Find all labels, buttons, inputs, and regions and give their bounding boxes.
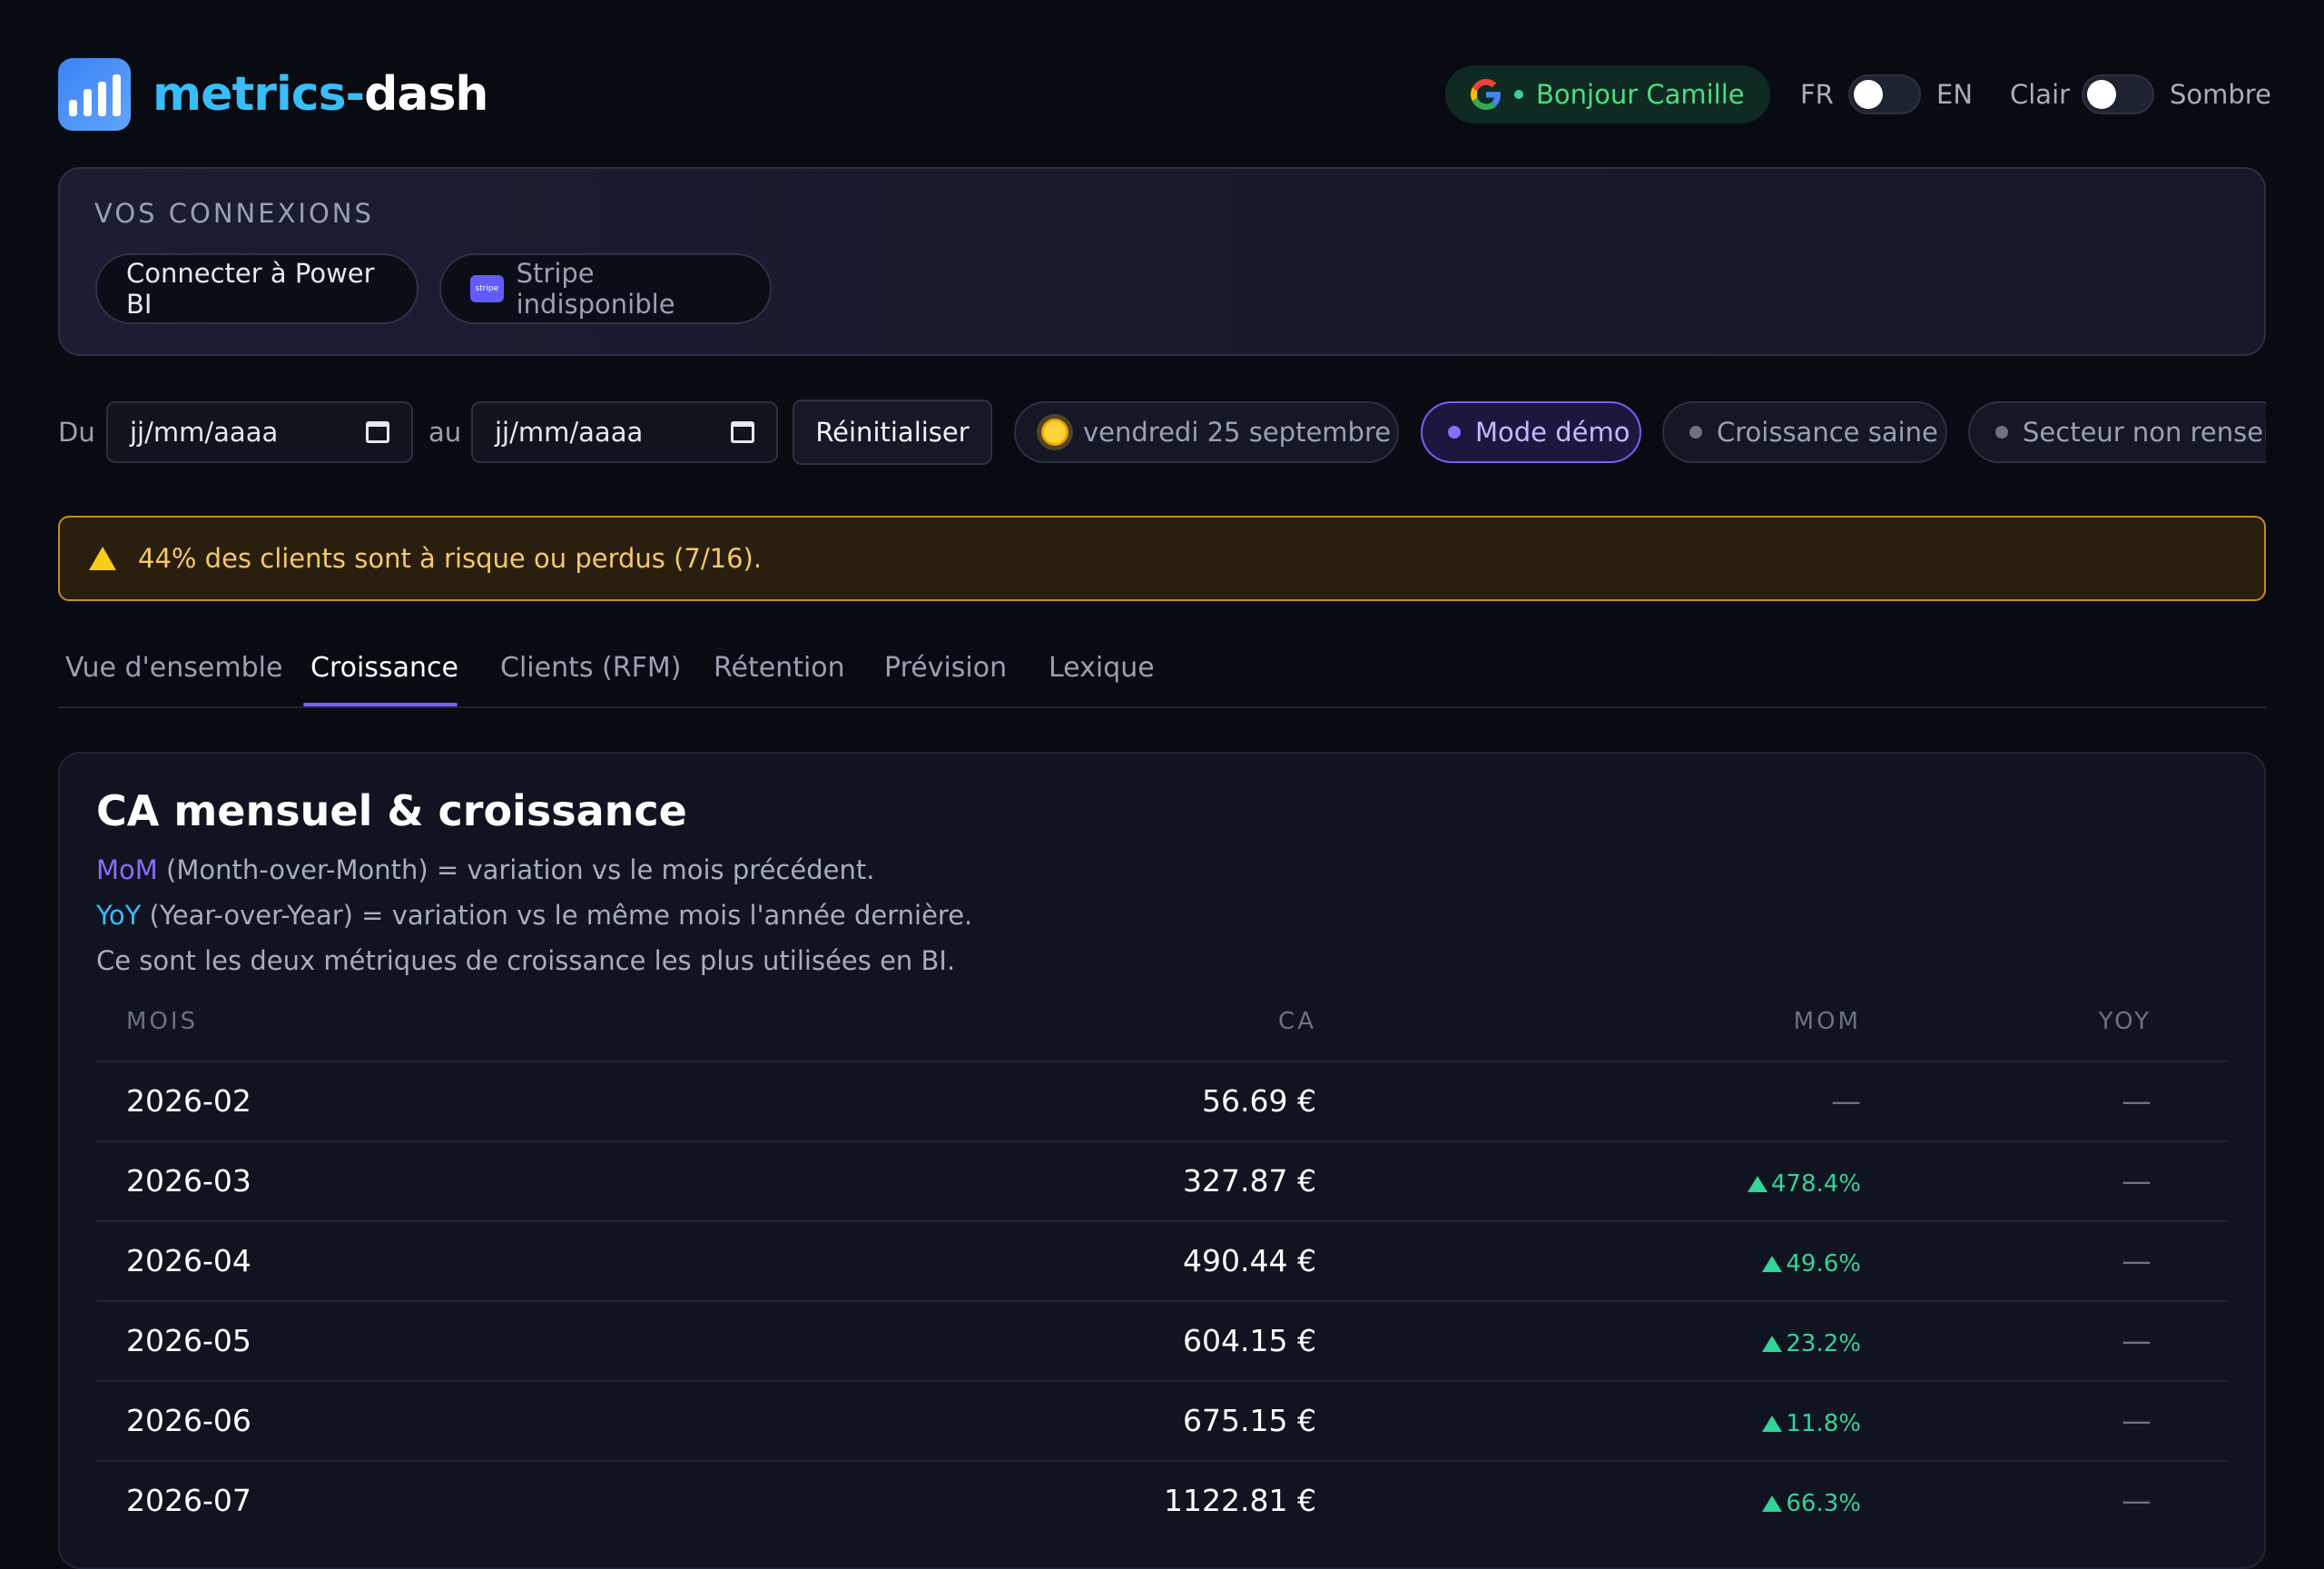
- date-chip-label: vendredi 25 septembre: [1083, 417, 1392, 448]
- card-title: CA mensuel & croissance: [96, 786, 687, 835]
- metrics-note: Ce sont les deux métriques de croissance…: [96, 945, 956, 976]
- app-logo-icon: [58, 58, 131, 131]
- cell-yoy: —: [2122, 1483, 2152, 1518]
- column-header-month: MOIS: [126, 1008, 199, 1035]
- tab-retention[interactable]: Rétention: [714, 650, 845, 686]
- lang-en-label: EN: [1936, 79, 1974, 110]
- reset-button[interactable]: Réinitialiser: [793, 400, 992, 465]
- growth-chip-label: Croissance saine: [1717, 417, 1938, 448]
- cell-revenue: 56.69 €: [1202, 1083, 1316, 1119]
- trend-up-icon: 66.3%: [1762, 1490, 1861, 1517]
- status-dot: [1689, 426, 1702, 439]
- cell-month: 2026-07: [126, 1483, 251, 1518]
- cell-mom: 66.3%: [1589, 1462, 1861, 1543]
- cell-mom: 478.4%: [1589, 1142, 1861, 1223]
- mom-description: MoM (Month-over-Month) = variation vs le…: [96, 854, 875, 885]
- date-to-input[interactable]: jj/mm/aaaa: [471, 401, 778, 463]
- calendar-icon[interactable]: [731, 421, 754, 443]
- app-brand: metrics-dash: [153, 67, 488, 122]
- yoy-term: YoY: [96, 900, 142, 931]
- tab-customers-rfm[interactable]: Clients (RFM): [500, 650, 681, 686]
- cell-yoy: —: [2122, 1083, 2152, 1119]
- cell-yoy: —: [2122, 1163, 2152, 1199]
- sun-icon: [1041, 419, 1068, 446]
- trend-up-icon: 23.2%: [1762, 1330, 1861, 1357]
- table-row: 2026-03 327.87 € 478.4% —: [96, 1140, 2228, 1220]
- table-row: 2026-02 56.69 € — —: [96, 1061, 2228, 1140]
- calendar-icon[interactable]: [366, 421, 389, 443]
- trend-up-icon: 49.6%: [1762, 1250, 1861, 1278]
- lang-fr-label: FR: [1800, 79, 1834, 110]
- theme-light-label: Clair: [2010, 79, 2071, 110]
- cell-mom: —: [1831, 1083, 1861, 1119]
- connect-powerbi-label: Connecter à Power BI: [126, 258, 375, 320]
- cell-month: 2026-05: [126, 1323, 251, 1358]
- date-from-label: Du: [58, 417, 95, 448]
- date-from-placeholder: jj/mm/aaaa: [130, 417, 279, 448]
- cell-mom: 11.8%: [1589, 1382, 1861, 1463]
- status-dot: [1448, 426, 1461, 439]
- cell-month: 2026-06: [126, 1403, 251, 1438]
- tab-bar: Vue d'ensemble Croissance Clients (RFM) …: [58, 636, 2266, 708]
- date-chip: vendredi 25 septembre: [1014, 401, 1399, 463]
- date-to-label: au: [428, 417, 462, 448]
- risk-alert: 44% des clients sont à risque ou perdus …: [58, 516, 2266, 601]
- mom-term: MoM: [96, 854, 158, 885]
- user-greeting-badge[interactable]: Bonjour Camille: [1445, 65, 1770, 123]
- cell-mom: 23.2%: [1589, 1302, 1861, 1383]
- cell-month: 2026-04: [126, 1243, 251, 1278]
- toggle-knob: [1854, 80, 1883, 109]
- theme-toggle[interactable]: [2082, 74, 2154, 114]
- connections-title: VOS CONNEXIONS: [94, 198, 374, 229]
- tab-growth[interactable]: Croissance: [310, 650, 458, 686]
- column-header-yoy: YOY: [2098, 1008, 2152, 1035]
- status-dot: [1995, 426, 2008, 439]
- demo-mode-label: Mode démo: [1475, 417, 1630, 448]
- column-header-mom: MOM: [1793, 1008, 1861, 1035]
- date-from-input[interactable]: jj/mm/aaaa: [106, 401, 413, 463]
- cell-revenue: 1122.81 €: [1164, 1483, 1316, 1518]
- online-status-dot: [1514, 90, 1523, 99]
- column-header-revenue: CA: [1278, 1008, 1316, 1035]
- stripe-label: Stripe indisponible: [516, 258, 675, 320]
- google-icon: [1471, 79, 1501, 110]
- cell-mom: 49.6%: [1589, 1222, 1861, 1303]
- tab-forecast[interactable]: Prévision: [884, 650, 1007, 686]
- cell-revenue: 490.44 €: [1183, 1243, 1316, 1278]
- table-row: 2026-04 490.44 € 49.6% —: [96, 1220, 2228, 1300]
- growth-chip: Croissance saine: [1662, 401, 1947, 463]
- cell-yoy: —: [2122, 1243, 2152, 1278]
- language-toggle[interactable]: [1848, 74, 1921, 114]
- sector-chip-label: Secteur non renseigné: [2023, 417, 2266, 448]
- yoy-description: YoY (Year-over-Year) = variation vs le m…: [96, 900, 973, 931]
- table-row: 2026-07 1122.81 € 66.3% —: [96, 1460, 2228, 1540]
- cell-month: 2026-02: [126, 1083, 251, 1119]
- toggle-knob: [2087, 80, 2116, 109]
- demo-mode-chip[interactable]: Mode démo: [1421, 401, 1641, 463]
- stripe-icon: stripe: [470, 275, 504, 302]
- tab-glossary[interactable]: Lexique: [1049, 650, 1155, 686]
- greeting-text: Bonjour Camille: [1536, 79, 1745, 110]
- cell-revenue: 327.87 €: [1183, 1163, 1316, 1199]
- warning-icon: [89, 547, 116, 570]
- active-tab-indicator: [303, 703, 458, 706]
- theme-dark-label: Sombre: [2170, 79, 2271, 110]
- cell-yoy: —: [2122, 1403, 2152, 1438]
- risk-alert-text: 44% des clients sont à risque ou perdus …: [138, 543, 763, 574]
- cell-yoy: —: [2122, 1323, 2152, 1358]
- trend-up-icon: 478.4%: [1748, 1170, 1861, 1198]
- cell-revenue: 604.15 €: [1183, 1323, 1316, 1358]
- table-row: 2026-05 604.15 € 23.2% —: [96, 1300, 2228, 1380]
- cell-month: 2026-03: [126, 1163, 251, 1199]
- cell-revenue: 675.15 €: [1183, 1403, 1316, 1438]
- reset-label: Réinitialiser: [815, 417, 970, 448]
- trend-up-icon: 11.8%: [1762, 1410, 1861, 1437]
- table-row: 2026-06 675.15 € 11.8% —: [96, 1380, 2228, 1460]
- connect-powerbi-button[interactable]: Connecter à Power BI: [95, 253, 419, 324]
- date-to-placeholder: jj/mm/aaaa: [495, 417, 644, 448]
- stripe-unavailable-button[interactable]: stripe Stripe indisponible: [439, 253, 772, 324]
- tab-overview[interactable]: Vue d'ensemble: [65, 650, 282, 686]
- sector-chip: Secteur non renseigné: [1968, 401, 2266, 463]
